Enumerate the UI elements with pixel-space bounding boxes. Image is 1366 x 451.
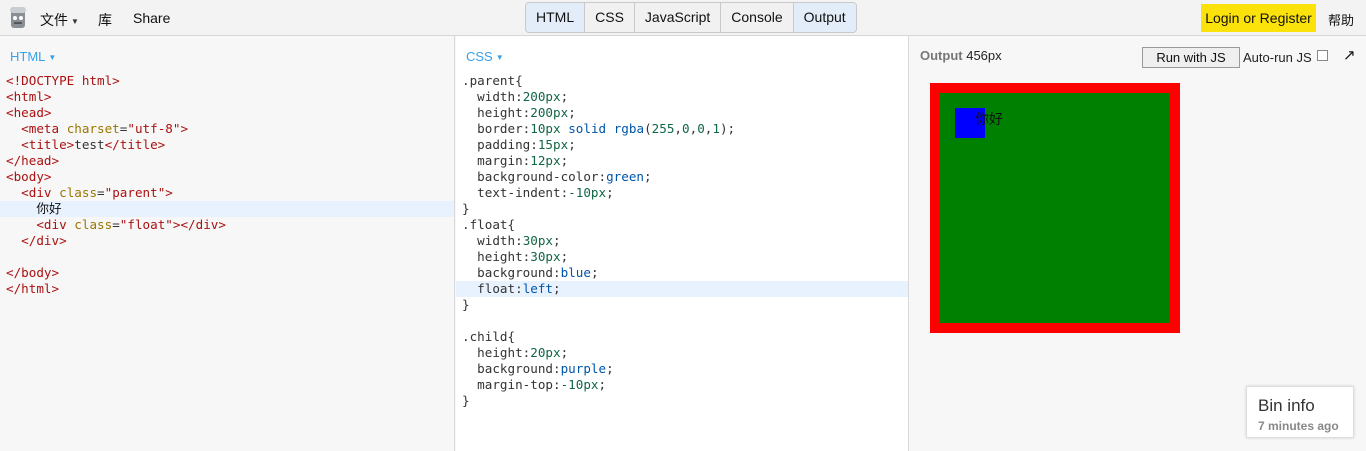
code-line: width:30px;	[477, 233, 561, 248]
code-line: <div class="float"></div>	[36, 217, 226, 232]
code-line: }	[462, 297, 470, 312]
css-code-editor[interactable]: .parent{ width:200px; height:200px; bord…	[456, 73, 908, 409]
preview-parent-box: 你好	[930, 83, 1180, 333]
code-line-active: float:left;	[456, 281, 908, 297]
bin-info-panel[interactable]: Bin info 7 minutes ago	[1246, 386, 1354, 438]
css-panel-label[interactable]: CSS ▼	[466, 49, 504, 64]
code-line: }	[462, 393, 470, 408]
tab-output[interactable]: Output	[793, 3, 856, 32]
file-menu-label: 文件	[40, 12, 68, 28]
code-line: height:200px;	[477, 105, 576, 120]
code-line: background:purple;	[477, 361, 614, 376]
css-panel: CSS ▼ .parent{ width:200px; height:200px;…	[456, 36, 909, 451]
code-line: text-indent:-10px;	[477, 185, 614, 200]
output-label: Output	[920, 48, 963, 63]
code-line: margin:12px;	[477, 153, 569, 168]
code-line: <head>	[6, 105, 52, 120]
chevron-down-icon: ▼	[48, 53, 57, 63]
code-line: margin-top:-10px;	[477, 377, 607, 392]
html-panel-label[interactable]: HTML ▼	[10, 49, 56, 64]
output-panel-title: Output 456px	[920, 48, 1002, 63]
html-panel-title: HTML	[10, 49, 46, 64]
code-line: <meta charset="utf-8">	[21, 121, 189, 136]
code-line: <body>	[6, 169, 52, 184]
code-line: .float{	[462, 217, 516, 232]
bin-info-title: Bin info	[1258, 396, 1315, 415]
code-line: .parent{	[462, 73, 523, 88]
code-line: </head>	[6, 153, 60, 168]
top-toolbar: 文件 ▼ 库 Share HTML CSS JavaScript Console …	[0, 0, 1366, 36]
chevron-down-icon: ▼	[71, 16, 79, 26]
autorun-label: Auto-run JS	[1243, 50, 1312, 65]
code-line: background:blue;	[477, 265, 599, 280]
code-line: </div>	[21, 233, 67, 248]
code-line: .child{	[462, 329, 516, 344]
tab-javascript[interactable]: JavaScript	[634, 3, 722, 32]
code-line-active: 你好	[0, 201, 454, 217]
tab-css[interactable]: CSS	[585, 3, 635, 32]
tab-console[interactable]: Console	[721, 3, 794, 32]
login-register-button[interactable]: Login or Register	[1201, 4, 1316, 32]
bin-info-time: 7 minutes ago	[1258, 419, 1339, 433]
code-line: height:30px;	[477, 249, 569, 264]
code-line: border:10px solid rgba(255,0,0,1);	[477, 121, 736, 136]
tab-html[interactable]: HTML	[526, 3, 586, 32]
preview-text: 你好	[975, 112, 1003, 128]
output-panel: Output 456px Run with JS Auto-run JS ↗ 你…	[910, 36, 1366, 451]
share-menu[interactable]: Share	[133, 10, 170, 26]
jsbin-logo-icon[interactable]	[8, 6, 28, 30]
code-line: <title>test</title>	[21, 137, 166, 152]
help-menu[interactable]: 帮助	[1328, 10, 1354, 29]
chevron-down-icon: ▼	[495, 53, 504, 63]
code-line: width:200px;	[477, 89, 569, 104]
library-menu[interactable]: 库	[98, 10, 112, 30]
code-line: height:20px;	[477, 345, 569, 360]
code-line: padding:15px;	[477, 137, 576, 152]
html-code-editor[interactable]: <!DOCTYPE html> <html> <head> <meta char…	[0, 73, 454, 297]
code-line: background-color:green;	[477, 169, 652, 184]
code-line: <!DOCTYPE html>	[6, 73, 120, 88]
autorun-checkbox[interactable]	[1317, 50, 1328, 61]
code-line: </body>	[6, 265, 60, 280]
output-width: 456px	[966, 48, 1002, 63]
code-line: <div class="parent">	[21, 185, 173, 200]
panel-tabs: HTML CSS JavaScript Console Output	[525, 2, 857, 33]
css-panel-title: CSS	[466, 49, 493, 64]
file-menu[interactable]: 文件 ▼	[40, 10, 79, 30]
run-with-js-button[interactable]: Run with JS	[1142, 47, 1240, 68]
html-panel: HTML ▼ <!DOCTYPE html> <html> <head> <met…	[0, 36, 455, 451]
code-line: }	[462, 201, 470, 216]
code-line: <html>	[6, 89, 52, 104]
open-external-icon[interactable]: ↗	[1343, 46, 1356, 64]
code-line: </html>	[6, 281, 60, 296]
